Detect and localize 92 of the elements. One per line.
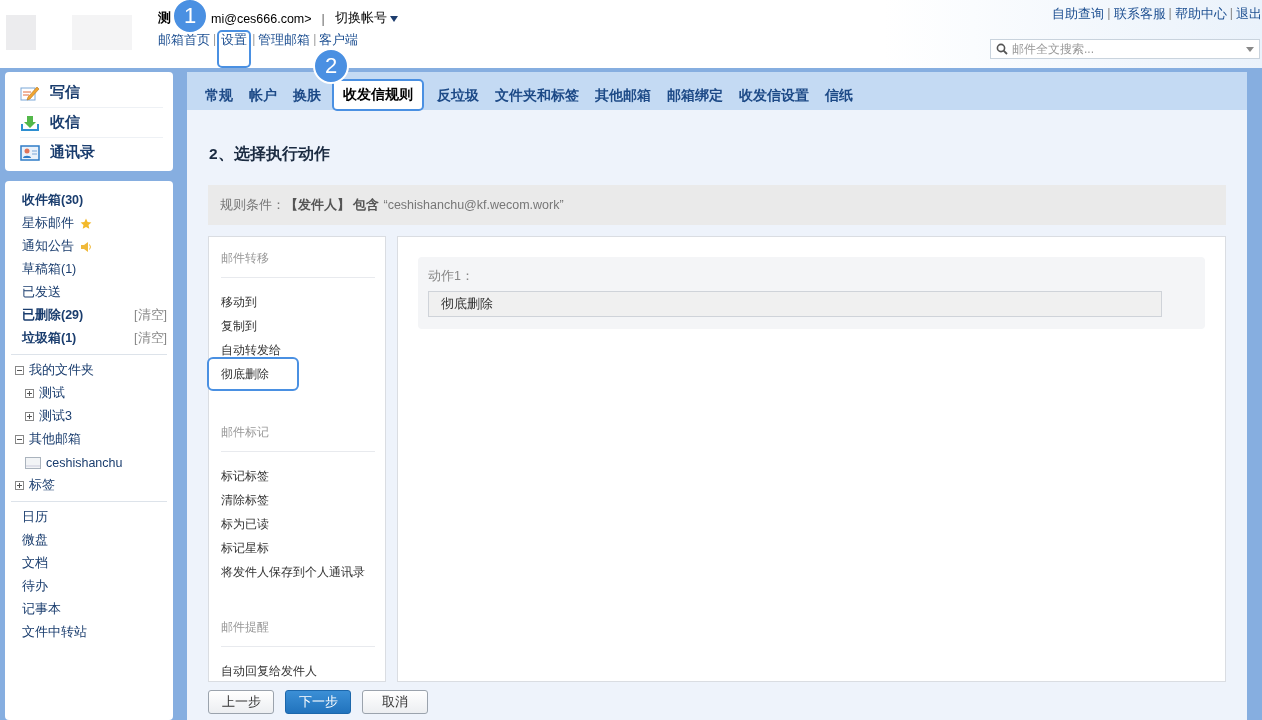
settings-tab[interactable]: 文件夹和标签 xyxy=(489,82,585,110)
nav-link[interactable]: 自助查询 xyxy=(1052,6,1105,23)
account-email: mi@ces666.com> xyxy=(211,11,312,26)
action-option[interactable]: 将发件人保存到个人通讯录 xyxy=(221,560,365,584)
separator: | xyxy=(213,32,217,46)
nav-link[interactable]: 帮助中心 xyxy=(1174,6,1227,23)
download-tray-icon xyxy=(20,114,40,131)
folder-link[interactable]: 我的文件夹 xyxy=(29,362,94,379)
folder-link[interactable]: 收件箱(30) xyxy=(22,192,84,209)
settings-tab[interactable]: 收发信设置 xyxy=(733,82,815,110)
account-name: 测 xyxy=(158,10,171,27)
nav-link[interactable]: 管理邮箱 xyxy=(258,32,311,49)
clear-link[interactable]: [清空] xyxy=(134,307,167,324)
separator: | xyxy=(1229,6,1233,22)
app-link[interactable]: 微盘 xyxy=(22,532,48,549)
sidebar-action-label: 通讯录 xyxy=(50,143,95,162)
sidebar-action[interactable]: 通讯录 xyxy=(20,138,163,167)
app-link[interactable]: 文档 xyxy=(22,555,48,572)
app-link[interactable]: 待办 xyxy=(22,578,48,595)
action-option[interactable]: 标为已读 xyxy=(221,512,269,536)
action-value-field[interactable]: 彻底删除 xyxy=(428,291,1162,317)
next-button[interactable]: 下一步 xyxy=(285,690,351,714)
contact-card-icon xyxy=(20,144,40,161)
sidebar-action[interactable]: 写信 xyxy=(20,78,163,108)
search-icon xyxy=(996,43,1008,55)
step-number-badge: 1 xyxy=(172,0,208,34)
folder-link[interactable]: 其他邮箱 xyxy=(29,431,81,448)
group-title: 邮件提醒 xyxy=(221,606,375,647)
speaker-icon xyxy=(80,240,92,253)
mailbox-icon xyxy=(25,456,41,469)
settings-tab[interactable]: 信纸 xyxy=(819,82,859,110)
nav-link[interactable]: 退出 xyxy=(1236,6,1262,23)
dropdown-caret-icon[interactable] xyxy=(1246,47,1254,52)
folder-link[interactable]: 已发送 xyxy=(22,284,61,301)
action-option[interactable]: 标记标签 xyxy=(221,464,269,488)
switch-account-link[interactable]: 切换帐号 xyxy=(334,10,398,27)
form-button[interactable]: 上一步 xyxy=(208,690,274,714)
action-option[interactable]: 复制到 xyxy=(221,314,257,338)
nav-link[interactable]: 设置 xyxy=(219,32,250,66)
app-link[interactable]: 日历 xyxy=(22,509,48,526)
action-option[interactable]: 移动到 xyxy=(221,290,257,314)
expand-icon[interactable] xyxy=(25,412,34,421)
folder-link[interactable]: 通知公告 xyxy=(22,238,74,255)
form-button[interactable]: 取消 xyxy=(362,690,428,714)
action-label: 动作1： xyxy=(428,268,475,285)
folder-link[interactable]: 测试 xyxy=(39,385,65,402)
rule-condition-text: 规则条件：【发件人】 包含 “ceshishanchu@kf.wecom.work” xyxy=(208,185,1226,225)
settings-tab[interactable]: 换肤 xyxy=(287,82,327,110)
group-title: 邮件转移 xyxy=(221,237,375,278)
sidebar-action[interactable]: 收信 xyxy=(20,108,163,138)
step-number-badge: 2 xyxy=(313,48,349,84)
collapse-icon[interactable] xyxy=(15,366,24,375)
search-field[interactable]: 邮件全文搜索... xyxy=(990,39,1260,59)
separator: | xyxy=(252,32,256,46)
caret-icon xyxy=(389,15,398,22)
nav-link[interactable]: 联系客服 xyxy=(1113,6,1166,23)
folder-link[interactable]: ceshishanchu xyxy=(46,455,123,470)
expand-icon[interactable] xyxy=(15,481,24,490)
nav-link[interactable]: 邮箱首页 xyxy=(158,32,210,49)
sidebar-action-label: 写信 xyxy=(50,83,80,102)
separator: | xyxy=(313,32,317,46)
settings-tab[interactable]: 其他邮箱 xyxy=(589,82,657,110)
action-option[interactable]: 标记星标 xyxy=(221,536,269,560)
group-title: 邮件标记 xyxy=(221,411,375,452)
settings-tab[interactable]: 反垃圾 xyxy=(431,82,485,110)
action-option[interactable]: 自动回复给发件人 xyxy=(221,659,317,683)
settings-tab[interactable]: 帐户 xyxy=(243,82,283,110)
folder-link[interactable]: 垃圾箱(1) xyxy=(22,330,77,347)
app-link[interactable]: 记事本 xyxy=(22,601,61,618)
separator: | xyxy=(1168,6,1172,22)
clear-link[interactable]: [清空] xyxy=(134,330,167,347)
folder-link[interactable]: 测试3 xyxy=(39,408,72,425)
section-heading: 2、选择执行动作 xyxy=(209,144,331,164)
separator: | xyxy=(1107,6,1111,22)
settings-tab[interactable]: 常规 xyxy=(199,82,239,110)
pencil-note-icon xyxy=(20,84,40,101)
action-option[interactable]: 清除标签 xyxy=(221,488,269,512)
star-icon xyxy=(80,217,92,230)
folder-link[interactable]: 星标邮件 xyxy=(22,215,74,232)
nav-link[interactable]: 客户端 xyxy=(319,32,359,49)
action-option[interactable]: 自动转发给 xyxy=(221,338,281,362)
sidebar-action-label: 收信 xyxy=(50,113,80,132)
app-link[interactable]: 文件中转站 xyxy=(22,624,87,641)
folder-link[interactable]: 草稿箱(1) xyxy=(22,261,77,278)
collapse-icon[interactable] xyxy=(15,435,24,444)
separator: | xyxy=(321,11,325,26)
settings-tab[interactable]: 收发信规则 xyxy=(333,80,423,110)
folder-link[interactable]: 标签 xyxy=(29,477,55,494)
settings-tab[interactable]: 邮箱绑定 xyxy=(661,82,729,110)
action-option[interactable]: 彻底删除 xyxy=(209,359,297,389)
expand-icon[interactable] xyxy=(25,389,34,398)
folder-link[interactable]: 已删除(29) xyxy=(22,307,84,324)
